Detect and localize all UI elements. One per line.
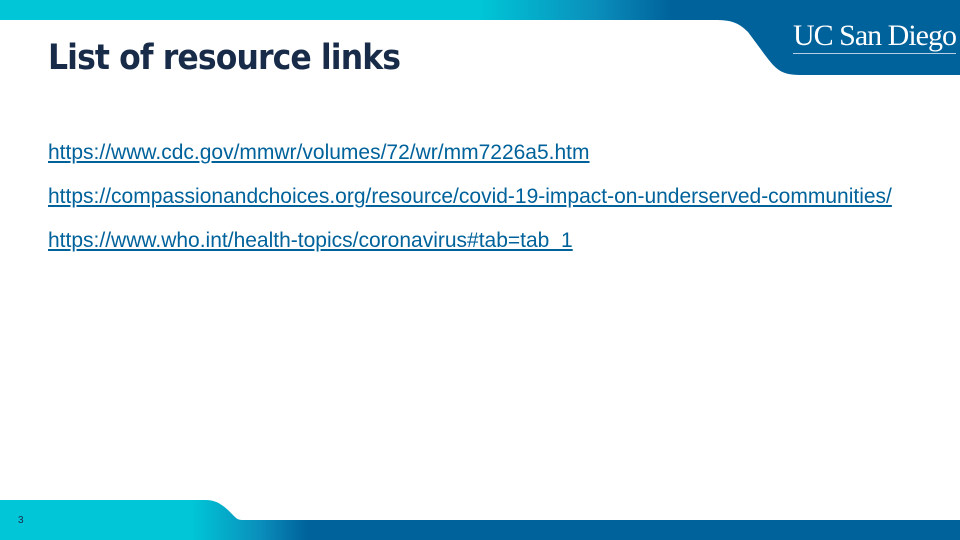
slide-background xyxy=(0,0,960,540)
footer-band xyxy=(0,500,960,540)
slide-title: List of resource links xyxy=(48,38,401,78)
resource-links-list: https://www.cdc.gov/mmwr/volumes/72/wr/m… xyxy=(48,138,908,270)
uc-san-diego-logo: UC San Diego xyxy=(793,19,957,54)
link-compassion-and-choices[interactable]: https://compassionandchoices.org/resourc… xyxy=(48,182,908,211)
page-number: 3 xyxy=(18,515,24,526)
link-who[interactable]: https://www.who.int/health-topics/corona… xyxy=(48,226,908,255)
link-cdc[interactable]: https://www.cdc.gov/mmwr/volumes/72/wr/m… xyxy=(48,138,908,167)
